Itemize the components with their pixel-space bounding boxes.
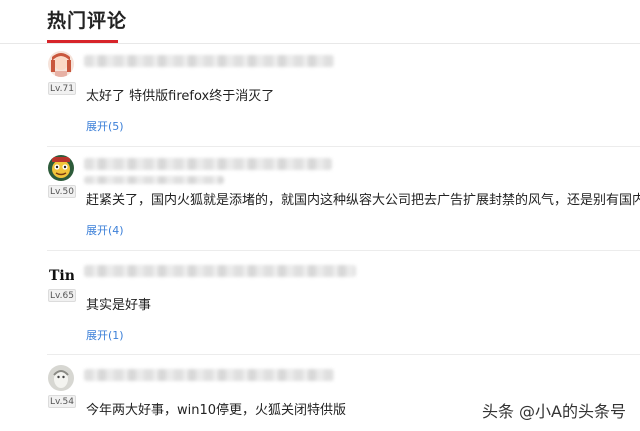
comment-text: 其实是好事 (86, 298, 152, 313)
divider (47, 146, 640, 147)
comment-text: 赶紧关了，国内火狐就是添堵的，就国内这种纵容大公司把去广告扩展封禁的风气，还是别… (86, 193, 640, 208)
divider (47, 250, 640, 251)
user-avatar-icon[interactable]: Tin (48, 262, 74, 288)
user-level-badge: Lv.71 (48, 82, 76, 95)
svg-text:Tin: Tin (49, 268, 74, 284)
redacted-username (84, 369, 334, 381)
user-level-badge: Lv.54 (48, 395, 76, 408)
expand-replies-link[interactable]: 展开(4) (86, 222, 124, 238)
user-avatar-icon[interactable] (48, 365, 74, 391)
user-level-badge: Lv.50 (48, 185, 76, 198)
redacted-username (84, 265, 356, 277)
comment-text: 今年两大好事，win10停更，火狐关闭特供版 (86, 403, 347, 418)
divider (47, 354, 640, 355)
redacted-username (84, 158, 332, 170)
user-avatar-icon[interactable] (48, 51, 74, 77)
comment-text: 太好了 特供版firefox终于消灭了 (86, 89, 275, 104)
user-avatar-icon[interactable] (48, 155, 74, 181)
redacted-username (84, 55, 334, 67)
redacted-timestamp (84, 176, 224, 184)
title-underline (47, 40, 118, 43)
user-level-badge: Lv.65 (48, 289, 76, 302)
watermark-text: 头条 @小A的头条号 (481, 402, 626, 421)
page-title: 热门评论 (47, 10, 128, 32)
comments-header: 热门评论 (0, 0, 640, 44)
expand-replies-link[interactable]: 展开(1) (86, 327, 124, 343)
expand-replies-link[interactable]: 展开(5) (86, 118, 124, 134)
